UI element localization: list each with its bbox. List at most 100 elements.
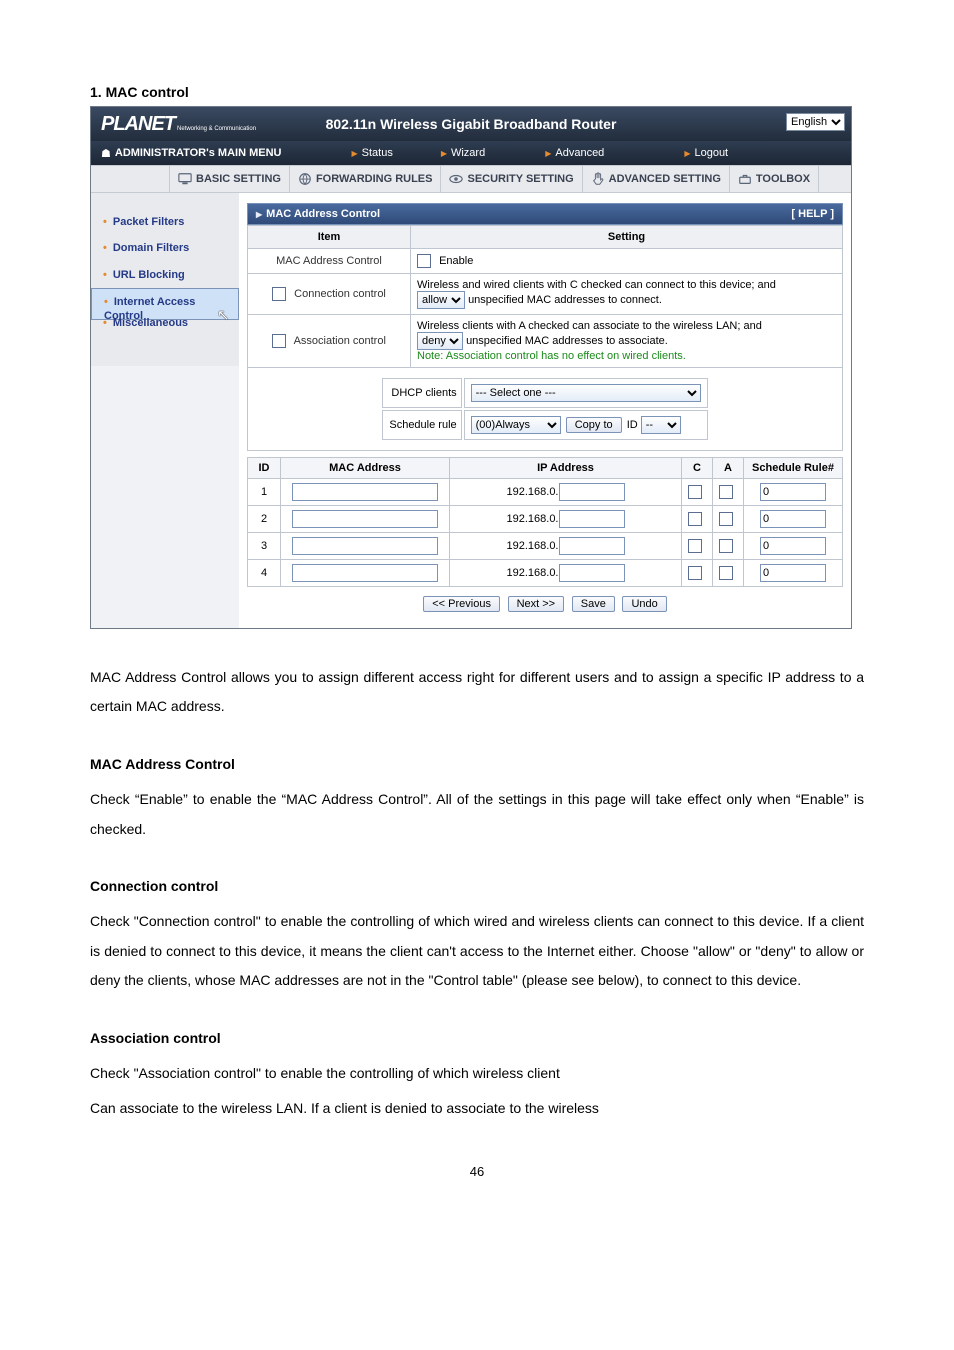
schedule-rule-label: Schedule rule [382, 410, 461, 440]
dhcp-clients-label: DHCP clients [382, 378, 461, 408]
th-item: Item [248, 226, 411, 249]
association-text-b: unspecified MAC addresses to associate. [466, 335, 668, 347]
previous-button[interactable]: << Previous [423, 596, 500, 612]
save-button[interactable]: Save [572, 596, 615, 612]
doc-paragraph: Check "Connection control" to enable the… [90, 907, 864, 995]
logo-text: PLANET [101, 113, 175, 136]
tab-toolbox[interactable]: TOOLBOX [730, 166, 819, 192]
association-control-label: Association control [294, 335, 386, 347]
menu-advanced[interactable]: Advanced [545, 147, 604, 159]
schedule-rule-input[interactable] [760, 483, 826, 501]
grid-h-c: C [682, 458, 713, 479]
mac-input[interactable] [292, 510, 438, 528]
grid-h-id: ID [248, 458, 281, 479]
globe-icon [298, 172, 312, 186]
c-checkbox[interactable] [688, 512, 702, 526]
panel-title: MAC Address Control [256, 208, 380, 220]
next-button[interactable]: Next >> [508, 596, 565, 612]
row-mac-label: MAC Address Control [248, 249, 411, 274]
enable-label: Enable [439, 255, 473, 267]
dhcp-clients-select[interactable]: --- Select one --- [471, 384, 701, 402]
a-checkbox[interactable] [719, 539, 733, 553]
connection-control-checkbox[interactable] [272, 287, 286, 301]
ip-input[interactable] [559, 564, 625, 582]
table-row: 2 192.168.0. [248, 506, 843, 533]
ip-input[interactable] [559, 537, 625, 555]
tab-bar: BASIC SETTING FORWARDING RULES SECURITY … [91, 165, 851, 193]
c-checkbox[interactable] [688, 566, 702, 580]
schedule-rule-input[interactable] [760, 564, 826, 582]
table-row: 1 192.168.0. [248, 479, 843, 506]
copy-to-id-label: ID [627, 419, 638, 431]
doc-paragraph: Check “Enable” to enable the “MAC Addres… [90, 785, 864, 844]
language-select[interactable]: English [786, 113, 845, 131]
main-menu-label: ADMINISTRATOR's MAIN MENU [115, 147, 282, 159]
schedule-rule-select[interactable]: (00)Always [471, 416, 561, 434]
connection-allow-deny-select[interactable]: allow [417, 291, 465, 309]
copy-to-id-select[interactable]: -- [641, 416, 681, 434]
planet-logo: PLANET Networking & Communication [91, 113, 256, 136]
logo-subtext: Networking & Communication [177, 126, 256, 132]
grid-h-sr: Schedule Rule# [744, 458, 843, 479]
doc-paragraph: MAC Address Control allows you to assign… [90, 663, 864, 722]
mac-input[interactable] [292, 537, 438, 555]
schedule-rule-input[interactable] [760, 510, 826, 528]
tab-basic-setting[interactable]: BASIC SETTING [169, 166, 290, 192]
sidebar-item-url-blocking[interactable]: URL Blocking [91, 262, 239, 288]
toolbox-icon [738, 172, 752, 186]
copy-to-button[interactable]: Copy to [566, 417, 622, 433]
connection-text-b: unspecified MAC addresses to connect. [468, 294, 662, 306]
menu-wizard[interactable]: Wizard [441, 147, 485, 159]
doc-heading: Connection control [90, 872, 864, 901]
ip-input[interactable] [559, 510, 625, 528]
connection-text-a: Wireless and wired clients with C checke… [417, 279, 776, 291]
page-number: 46 [90, 1164, 864, 1179]
main-menu: ☗ ADMINISTRATOR's MAIN MENU Status Wizar… [91, 141, 851, 165]
help-link[interactable]: [ HELP ] [791, 208, 834, 220]
hand-icon [591, 172, 605, 186]
association-note: Note: Association control has no effect … [417, 350, 686, 362]
mac-input[interactable] [292, 564, 438, 582]
ip-input[interactable] [559, 483, 625, 501]
tab-advanced-setting[interactable]: ADVANCED SETTING [583, 166, 730, 192]
settings-table: Item Setting MAC Address Control Enable [247, 225, 843, 451]
association-text-a: Wireless clients with A checked can asso… [417, 320, 762, 332]
schedule-rule-input[interactable] [760, 537, 826, 555]
router-screenshot-frame: PLANET Networking & Communication 802.11… [90, 106, 852, 629]
a-checkbox[interactable] [719, 566, 733, 580]
doc-heading: Association control [90, 1024, 864, 1053]
panel-title-bar: MAC Address Control [ HELP ] [247, 203, 843, 225]
mac-input[interactable] [292, 483, 438, 501]
undo-button[interactable]: Undo [622, 596, 666, 612]
tab-security-setting[interactable]: SECURITY SETTING [441, 166, 582, 192]
sidebar-item-packet-filters[interactable]: Packet Filters [91, 209, 239, 235]
table-row: 3 192.168.0. [248, 533, 843, 560]
connection-control-label: Connection control [294, 288, 386, 300]
table-row: 4 192.168.0. [248, 560, 843, 587]
doc-paragraph: Can associate to the wireless LAN. If a … [90, 1094, 864, 1123]
a-checkbox[interactable] [719, 485, 733, 499]
mac-grid: ID MAC Address IP Address C A Schedule R… [247, 457, 843, 587]
c-checkbox[interactable] [688, 539, 702, 553]
document-body: MAC Address Control allows you to assign… [90, 663, 864, 1124]
grid-h-ip: IP Address [450, 458, 682, 479]
tab-forwarding-rules[interactable]: FORWARDING RULES [290, 166, 442, 192]
menu-logout[interactable]: Logout [684, 147, 728, 159]
doc-heading: MAC Address Control [90, 750, 864, 779]
c-checkbox[interactable] [688, 485, 702, 499]
menu-status[interactable]: Status [351, 147, 392, 159]
eye-icon [449, 172, 463, 186]
sidebar-item-domain-filters[interactable]: Domain Filters [91, 235, 239, 261]
a-checkbox[interactable] [719, 512, 733, 526]
buttons-row: << Previous Next >> Save Undo [247, 587, 843, 614]
grid-h-a: A [713, 458, 744, 479]
association-control-checkbox[interactable] [272, 334, 286, 348]
enable-checkbox[interactable] [417, 254, 431, 268]
header-bar: PLANET Networking & Communication 802.11… [91, 107, 851, 141]
person-icon: ☗ [101, 147, 111, 160]
grid-h-mac: MAC Address [281, 458, 450, 479]
section-heading: 1. MAC control [90, 84, 864, 100]
th-setting: Setting [411, 226, 843, 249]
sidebar: Packet Filters Domain Filters URL Blocki… [91, 193, 239, 366]
association-allow-deny-select[interactable]: deny [417, 332, 463, 350]
